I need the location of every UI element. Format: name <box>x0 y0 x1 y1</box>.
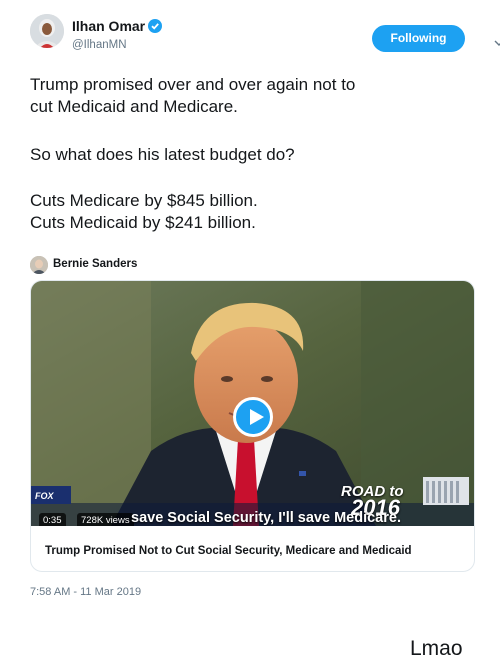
source-avatar[interactable] <box>30 256 48 274</box>
play-button[interactable] <box>233 397 273 437</box>
tweet-line: cut Medicaid and Medicare. <box>30 97 238 116</box>
author-handle[interactable]: @IlhanMN <box>72 39 127 51</box>
tweet-line: Cuts Medicare by $845 billion. <box>30 191 258 210</box>
avatar[interactable] <box>30 14 64 48</box>
verified-badge-icon <box>148 19 163 36</box>
tweet-line: Trump promised over and over again not t… <box>30 75 356 94</box>
video-title[interactable]: Trump Promised Not to Cut Social Securit… <box>45 545 412 557</box>
play-icon <box>250 409 264 425</box>
video-views: 728K views <box>77 513 134 526</box>
source-name[interactable]: Bernie Sanders <box>53 258 137 270</box>
video-caption: save Social Security, I'll save Medicare… <box>131 510 401 526</box>
road-to-logo: ROAD to 2016 <box>341 483 404 520</box>
author-name-text[interactable]: Ilhan Omar <box>72 18 145 34</box>
tweet-line: Cuts Medicaid by $241 billion. <box>30 213 256 232</box>
tweet-text: Trump promised over and over again not t… <box>30 74 482 234</box>
chevron-down-icon[interactable] <box>494 34 500 52</box>
tweet-line: So what does his latest budget do? <box>30 145 295 164</box>
video-card[interactable]: FOX ROAD to 2016 0:35 728K views save So… <box>30 280 475 572</box>
footer-caption: Lmao <box>410 637 463 660</box>
tweet-timestamp[interactable]: 7:58 AM - 11 Mar 2019 <box>30 586 141 598</box>
avatar-image <box>30 14 64 48</box>
tweet-header: Ilhan Omar @IlhanMN Following <box>30 14 500 54</box>
video-player[interactable]: FOX ROAD to 2016 0:35 728K views save So… <box>31 281 474 526</box>
network-logo: FOX <box>35 491 54 501</box>
video-duration: 0:35 <box>39 513 66 526</box>
author-name[interactable]: Ilhan Omar <box>72 18 163 36</box>
following-button[interactable]: Following <box>372 25 465 52</box>
